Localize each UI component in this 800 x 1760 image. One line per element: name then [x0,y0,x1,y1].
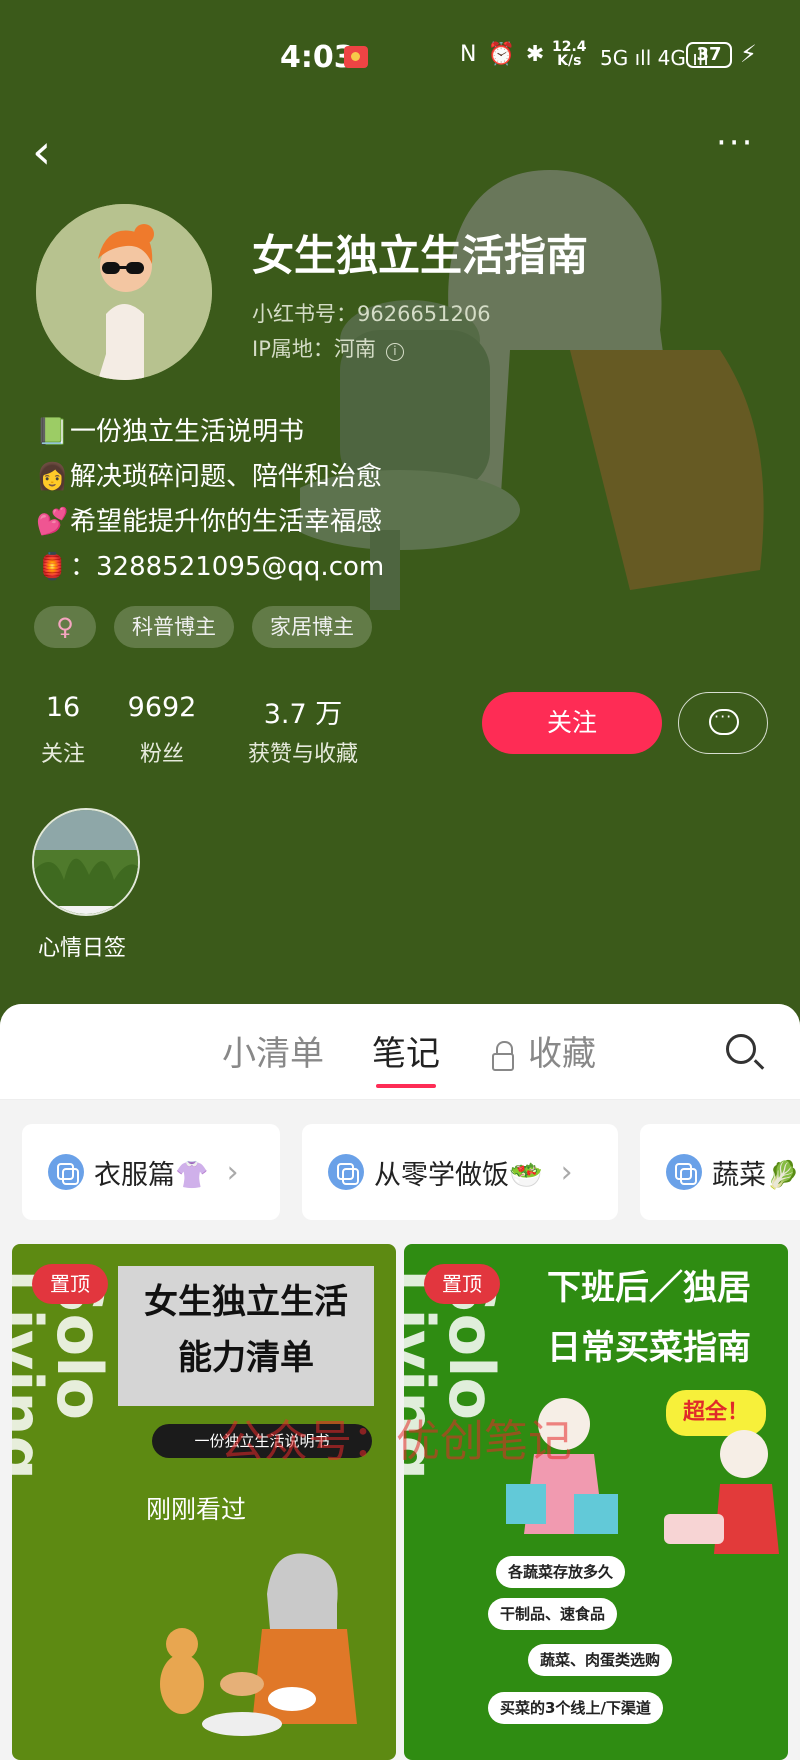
content-sheet: 小清单 笔记 收藏 衣服篇👚 › 从零学做饭🥗 › 蔬菜🥬 Solo Living … [0,1004,800,1760]
tab-bar: 小清单 笔记 收藏 [0,1004,800,1100]
system-icons: N ⏰ ✱ [460,42,547,67]
collection-icon [666,1154,702,1190]
profile-name: 女生独立生活指南 [252,231,589,280]
watermark-text: 公众号：优创笔记 [220,1416,572,1467]
card-illustration [160,1553,357,1736]
girl-icon: 👩 [36,462,69,492]
tag-home-blogger[interactable]: 家居博主 [252,606,372,648]
status-bar: 4:03 N ⏰ ✱ 12.4 K/s 5G ıll 4G ıll 37 ⚡ [0,36,800,76]
profile-header: 4:03 N ⏰ ✱ 12.4 K/s 5G ıll 4G ıll 37 ⚡ ‹ … [0,0,800,1030]
tag-row: ♀ 科普博主 家居博主 [34,606,372,648]
back-button[interactable]: ‹ [32,124,72,180]
pinned-badge: 置顶 [32,1264,108,1304]
stat-likes-collects[interactable]: 3.7 万 获赞与收藏 [242,692,364,768]
info-icon[interactable]: i [385,343,404,361]
bio-line: 📗 一份独立生活说明书 [36,410,384,455]
follow-button[interactable]: 关注 [482,692,662,754]
stat-followers[interactable]: 9692 粉丝 [124,692,200,768]
lock-icon [492,1041,514,1071]
message-button[interactable] [678,692,768,754]
note-card-grocery-guide[interactable]: Solo Living 下班后／独居 日常买菜指南 超全！ 各蔬菜存放多久 干制品… [404,1244,788,1760]
card-list-item: 各蔬菜存放多久 [496,1556,626,1588]
card-title: 下班后／独居 日常买菜指南 [547,1268,751,1368]
red-packet-icon [344,46,368,68]
account-id[interactable]: 小红书号：9626651206 [252,298,491,328]
more-options-button[interactable]: ··· [716,126,766,168]
card-title: 女生独立生活 能力清单 [118,1266,374,1406]
bio-line: 💕 希望能提升你的生活幸福感 [36,500,384,545]
collection-icon [48,1154,84,1190]
pinned-badge: 置顶 [424,1264,500,1304]
tab-favorites[interactable]: 收藏 [492,1026,596,1075]
vertical-title: Solo Living [12,1269,116,1480]
card-list-item: 干制品、速食品 [488,1598,618,1630]
stat-following[interactable]: 16 关注 [34,692,92,768]
avatar-illustration [36,204,212,380]
collection-row: 衣服篇👚 › 从零学做饭🥗 › 蔬菜🥬 [22,1124,800,1220]
bio: 📗 一份独立生活说明书 👩 解决琐碎问题、陪伴和治愈 💕 希望能提升你的生活幸福感 🏮… [36,410,384,590]
chevron-right-icon: › [226,1154,239,1190]
chevron-right-icon: › [560,1154,573,1190]
bio-line: 👩 解决琐碎问题、陪伴和治愈 [36,455,384,500]
chat-icon [709,707,739,735]
ip-location: IP属地：河南 i [252,333,404,363]
highlight-image [34,810,138,914]
lantern-icon: 🏮 [36,552,69,582]
battery-icon: 37 [686,42,732,68]
network-speed: 12.4 K/s [552,39,587,69]
card-list-item: 蔬菜、肉蛋类选购 [528,1644,673,1676]
vertical-title: Solo Living [404,1269,508,1480]
active-tab-indicator [376,1084,436,1088]
collection-clothes[interactable]: 衣服篇👚 › [22,1124,280,1220]
charging-icon: ⚡ [740,40,757,68]
book-icon: 📗 [36,417,69,447]
bio-line: 🏮 ：3288521095@qq.com [36,545,384,590]
recently-viewed-label: 刚刚看过 [146,1495,247,1524]
card-list-item: 买菜的3个线上/下渠道 [488,1692,663,1724]
hearts-icon: 💕 [36,507,69,537]
tab-notes[interactable]: 笔记 [372,1026,440,1075]
collection-vegetables[interactable]: 蔬菜🥬 [640,1124,800,1220]
avatar[interactable] [36,204,212,380]
collection-cooking[interactable]: 从零学做饭🥗 › [302,1124,618,1220]
highlight-label: 心情日签 [38,936,127,961]
gender-tag: ♀ [34,606,96,648]
note-card-life-skills[interactable]: Solo Living 女生独立生活 能力清单 一份独立生活说明书 刚刚看过 置顶 [12,1244,396,1760]
collection-icon [328,1154,364,1190]
highlight-cover[interactable] [32,808,140,916]
search-icon[interactable] [726,1034,756,1064]
tag-science-blogger[interactable]: 科普博主 [114,606,234,648]
tab-checklist[interactable]: 小清单 [222,1026,324,1075]
